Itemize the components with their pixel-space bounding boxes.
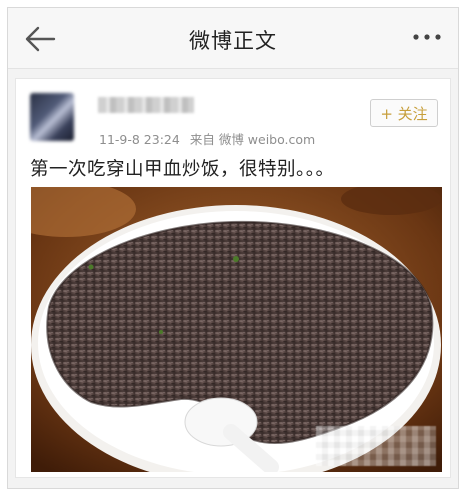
- watermark-redacted: [316, 426, 436, 466]
- more-dots-icon[interactable]: [410, 24, 444, 50]
- post-card: 11-9-8 23:24 来自 微博 weibo.com + 关注 第一次吃穿山甲…: [15, 78, 451, 478]
- navigation-bar: 微博正文: [8, 8, 458, 69]
- post-text: 第一次吃穿山甲血炒饭，很特别。。。: [30, 159, 335, 180]
- weibo-screen: 微博正文 11-9-8 23:24 来自 微博 weibo.com + 关注 第一…: [7, 7, 459, 489]
- follow-button[interactable]: + 关注: [370, 99, 438, 127]
- post-photo[interactable]: [31, 187, 442, 472]
- post-meta: 11-9-8 23:24 来自 微博 weibo.com: [99, 129, 315, 148]
- post-timestamp: 11-9-8 23:24: [99, 132, 180, 147]
- post-source: 来自 微博 weibo.com: [189, 132, 316, 147]
- username-redacted[interactable]: [98, 97, 194, 113]
- page-title: 微博正文: [189, 29, 277, 53]
- avatar[interactable]: [30, 93, 74, 141]
